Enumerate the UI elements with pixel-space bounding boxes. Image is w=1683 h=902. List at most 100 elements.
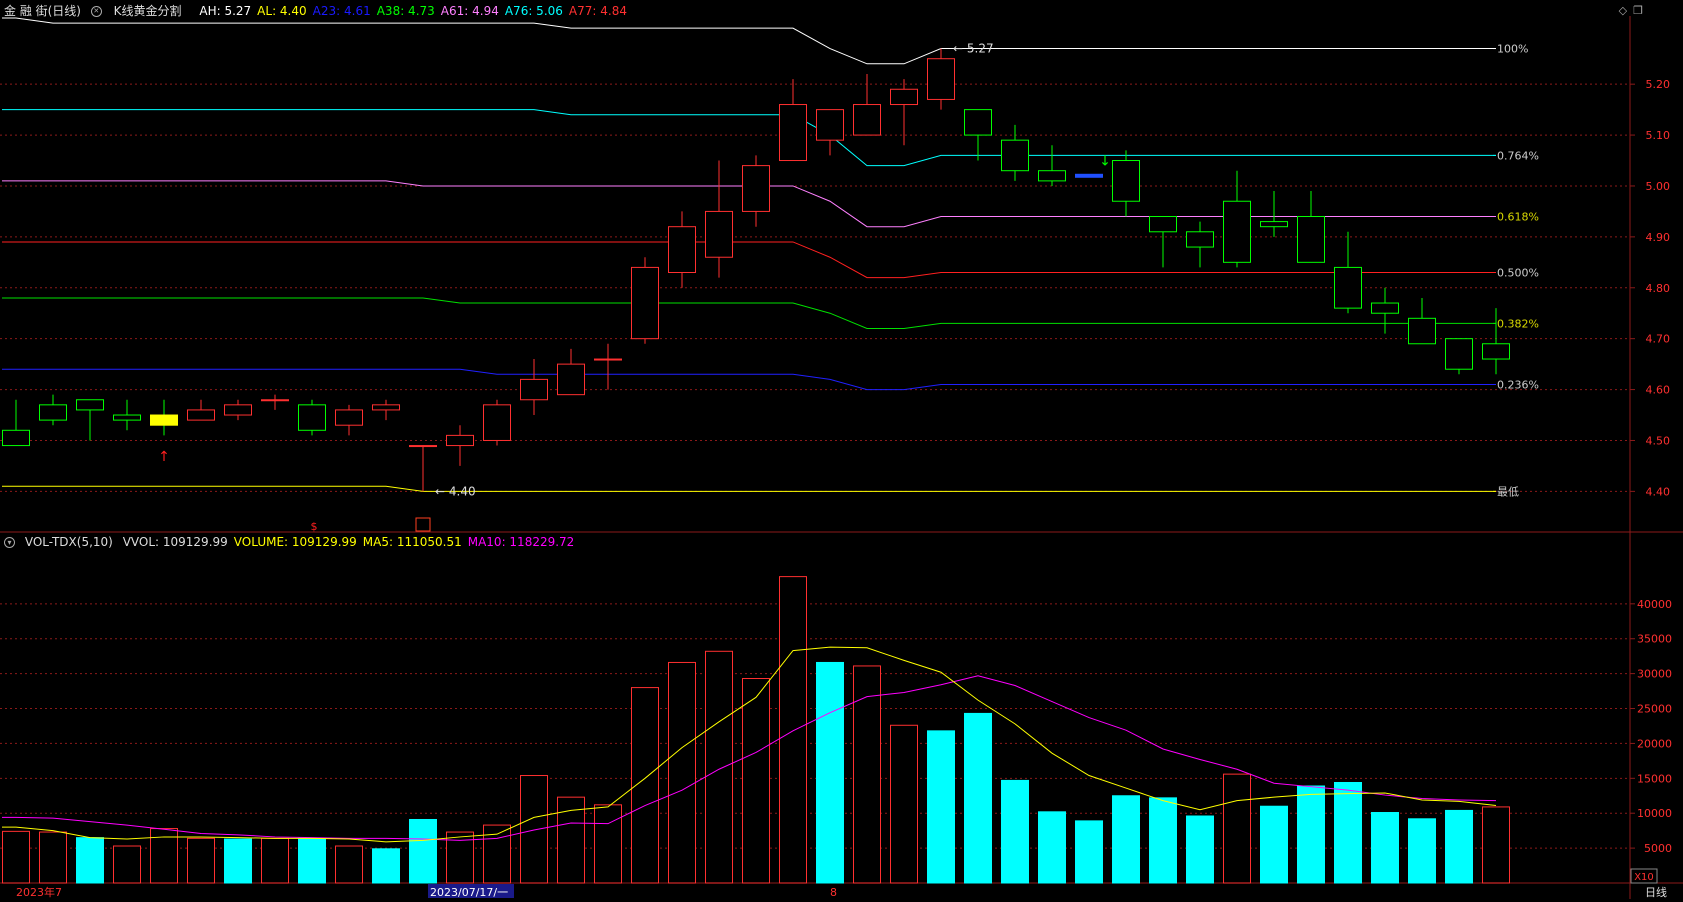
price-header: 金 融 街(日线) ✕ K线黄金分割 AH: 5.27 AL: 4.40 A23: …: [4, 2, 639, 19]
fib-level-line: [2, 241, 1496, 279]
candle-body: [1371, 302, 1399, 314]
candle-body: [1038, 170, 1066, 182]
vol-indicator-name[interactable]: VOL-TDX(5,10): [25, 535, 113, 549]
volume-tick-label: 30000: [1637, 668, 1672, 681]
volume-tick-label: 15000: [1637, 772, 1672, 785]
volume-bar: [76, 837, 104, 884]
volume-bar: [964, 712, 992, 884]
diamond-icon[interactable]: ◇: [1619, 4, 1627, 17]
candle-body: [594, 358, 622, 361]
date-label-start: 2023年7: [16, 885, 62, 899]
volume-bar: [1112, 795, 1140, 884]
volume-bar: [1186, 815, 1214, 884]
volume-bar: [1075, 820, 1103, 884]
price-tick-label: 5.20: [1646, 78, 1671, 91]
price-tick-label: 4.80: [1646, 282, 1671, 295]
volume-bar: [1408, 818, 1436, 884]
fib-level-label: 0.500%: [1497, 267, 1539, 280]
candle-body: [150, 414, 178, 426]
candle-body: [1445, 338, 1473, 370]
stock-title[interactable]: 金 融 街(日线): [4, 4, 81, 18]
candle-body: [1186, 231, 1214, 248]
fib-level-label: 0.382%: [1497, 317, 1539, 330]
chart-stage[interactable]: 5.20 5.10 5.00 4.90 4.80 4.70 4.60 4.50 4.40 100%…: [0, 0, 1683, 899]
volume-bar: [668, 661, 696, 884]
volume-bar: [372, 848, 400, 884]
date-cursor-label: 2023/07/17/一: [430, 886, 508, 899]
volume-bar: [1297, 785, 1325, 884]
candle-body: [1482, 343, 1510, 360]
candle-body: [668, 226, 696, 274]
candle-body: [2, 429, 30, 447]
volume-bar: [705, 650, 733, 884]
volume-bar: [187, 837, 215, 884]
fib-level-line: [2, 109, 1496, 167]
volume-bar: [1482, 806, 1510, 884]
indicator-toggle-icon[interactable]: ✕: [90, 6, 102, 17]
candle-body: [557, 363, 585, 396]
volume-bar: [927, 730, 955, 884]
volume-tick-label: 5000: [1644, 842, 1672, 855]
volume-bar: [1260, 805, 1288, 884]
volume-header: ▾ VOL-TDX(5,10) VVOL: 109129.99 VOLUME: 1…: [4, 535, 586, 549]
period-tab: 日线: [1645, 885, 1667, 899]
vol-values: VVOL: 109129.99 VOLUME: 109129.99 MA5: 111…: [123, 535, 581, 549]
volume-bar: [298, 837, 326, 884]
volume-bar: [224, 838, 252, 884]
vol-value-2: MA5: 111050.51: [362, 535, 462, 549]
candle-body: [483, 404, 511, 441]
volume-tick-label: 20000: [1637, 737, 1672, 750]
volume-bar: [779, 576, 807, 884]
candle-body: [631, 266, 659, 340]
signal-box-icon: [415, 517, 431, 532]
volume-bar: [1223, 773, 1251, 884]
candle-body: [1223, 200, 1251, 263]
fib-level-line: [2, 485, 1496, 492]
volume-bar: [261, 837, 289, 884]
date-label-month: 8: [830, 886, 837, 899]
restore-window-icon[interactable]: ❐: [1633, 4, 1643, 17]
candle-body: [224, 404, 252, 416]
indicator-value-2: A23: 4.61: [312, 4, 371, 18]
candle-body: [409, 445, 437, 448]
fib-level-line: [2, 368, 1496, 391]
volume-bar: [39, 831, 67, 884]
candle-body: [705, 210, 733, 258]
volume-bar: [1445, 809, 1473, 884]
volume-bar: [113, 845, 141, 884]
price-tick-label: 4.40: [1646, 485, 1671, 498]
volume-bar: [335, 845, 363, 884]
indicator-name[interactable]: K线黄金分割: [114, 4, 182, 18]
candle-body: [520, 378, 548, 401]
volume-bar: [1334, 782, 1362, 884]
volume-tick-label: 40000: [1637, 598, 1672, 611]
indicator-value-3: A38: 4.73: [376, 4, 435, 18]
sell-arrow-icon: ↓: [1099, 154, 1111, 170]
indicator-values: AH: 5.27 AL: 4.40 A23: 4.61 A38: 4.73 A61: 4…: [199, 4, 633, 18]
candle-body: [76, 399, 104, 411]
candle-body: [446, 434, 474, 447]
indicator-value-4: A61: 4.94: [440, 4, 499, 18]
fib-level-line: [2, 297, 1496, 329]
candle-body: [187, 409, 215, 421]
indicator-value-5: A76: 5.06: [504, 4, 563, 18]
candle-body: [890, 88, 918, 106]
vol-value-0: VVOL: 109129.99: [122, 535, 228, 549]
fib-level-label: 最低: [1497, 485, 1519, 498]
candle-body: [927, 58, 955, 100]
candle-body: [261, 399, 289, 402]
fib-level-label: 0.764%: [1497, 149, 1539, 162]
fib-level-line: [2, 17, 1496, 65]
volume-bar: [853, 665, 881, 884]
candle-body: [1112, 160, 1140, 202]
collapse-chevron-icon[interactable]: ▾: [4, 537, 15, 548]
volume-tick-label: 10000: [1637, 807, 1672, 820]
candle-body: [779, 104, 807, 162]
candle-body: [1149, 216, 1177, 233]
vol-value-1: VOLUME: 109129.99: [233, 535, 357, 549]
volume-bar: [520, 775, 548, 884]
volume-bar: [1038, 811, 1066, 884]
candle-body: [335, 409, 363, 426]
kline-chart[interactable]: 5.20 5.10 5.00 4.90 4.80 4.70 4.60 4.50 4.40 100%…: [0, 0, 1683, 899]
volume-bar: [816, 661, 844, 884]
